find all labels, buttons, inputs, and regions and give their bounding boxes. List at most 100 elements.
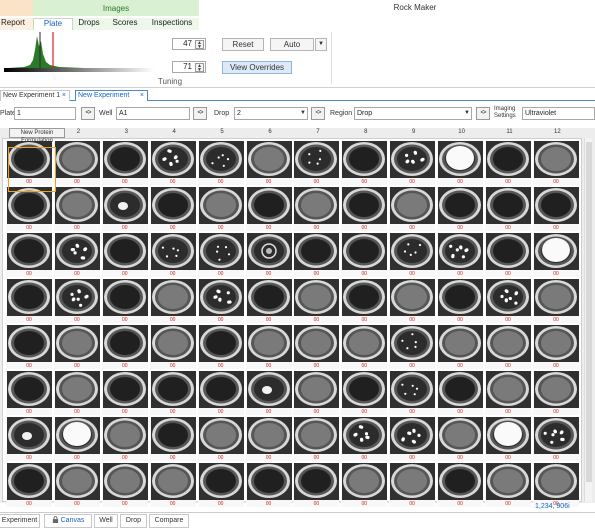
well-B12[interactable]: 00 — [532, 187, 579, 231]
well-F6[interactable]: 00 — [245, 371, 292, 415]
well-H2[interactable]: 00 — [53, 463, 100, 507]
well-C8[interactable]: 00 — [341, 233, 388, 277]
well-H3[interactable]: 00 — [101, 463, 148, 507]
well-D7[interactable]: 00 — [293, 279, 340, 323]
well-field[interactable]: A1 — [116, 107, 190, 120]
close-icon[interactable]: × — [140, 91, 144, 101]
well-D4[interactable]: 00 — [149, 279, 196, 323]
column-header[interactable]: 9 — [390, 129, 437, 135]
well-C3[interactable]: 00 — [101, 233, 148, 277]
well-A10[interactable]: 00 — [437, 141, 484, 185]
new-protein-formulation-button[interactable]: New Protein Formulation — [9, 128, 65, 144]
tab-new-experiment-1[interactable]: New Experiment 1 × — [0, 90, 70, 101]
well-E4[interactable]: 00 — [149, 325, 196, 369]
well-F4[interactable]: 00 — [149, 371, 196, 415]
well-A1[interactable]: 00 — [6, 141, 52, 185]
well-H1[interactable]: 00 — [6, 463, 52, 507]
well-A8[interactable]: 00 — [341, 141, 388, 185]
well-B8[interactable]: 00 — [341, 187, 388, 231]
column-header[interactable]: 7 — [294, 129, 341, 135]
well-H4[interactable]: 00 — [149, 463, 196, 507]
well-H9[interactable]: 00 — [389, 463, 436, 507]
intensity-histogram[interactable] — [4, 32, 154, 72]
well-E12[interactable]: 00 — [532, 325, 579, 369]
well-E6[interactable]: 00 — [245, 325, 292, 369]
well-B3[interactable]: 00 — [101, 187, 148, 231]
well-G1[interactable]: 00 — [6, 417, 52, 461]
well-G10[interactable]: 00 — [437, 417, 484, 461]
well-G7[interactable]: 00 — [293, 417, 340, 461]
next-icon[interactable]: > — [318, 110, 321, 116]
column-header[interactable]: 6 — [247, 129, 294, 135]
black-level-spinner[interactable]: 47 ▲ ▼ — [172, 38, 206, 50]
well-G8[interactable]: 00 — [341, 417, 388, 461]
tab-drop[interactable]: Drop — [120, 514, 147, 528]
well-F3[interactable]: 00 — [101, 371, 148, 415]
close-icon[interactable]: × — [62, 91, 66, 101]
well-H5[interactable]: 00 — [197, 463, 244, 507]
well-E7[interactable]: 00 — [293, 325, 340, 369]
view-overrides-button[interactable]: View Overrides — [222, 61, 292, 74]
well-A2[interactable]: 00 — [53, 141, 100, 185]
well-G6[interactable]: 00 — [245, 417, 292, 461]
well-G12[interactable]: 00 — [532, 417, 579, 461]
well-B7[interactable]: 00 — [293, 187, 340, 231]
tab-scores[interactable]: Scores — [105, 18, 145, 30]
well-D2[interactable]: 00 — [53, 279, 100, 323]
tab-compare[interactable]: Compare — [149, 514, 189, 528]
well-C2[interactable]: 00 — [53, 233, 100, 277]
well-D5[interactable]: 00 — [197, 279, 244, 323]
well-A7[interactable]: 00 — [293, 141, 340, 185]
well-C4[interactable]: 00 — [149, 233, 196, 277]
spinner-arrows-icon[interactable]: ▲ ▼ — [195, 40, 204, 50]
well-B11[interactable]: 00 — [485, 187, 531, 231]
well-C1[interactable]: 00 — [6, 233, 52, 277]
well-E8[interactable]: 00 — [341, 325, 388, 369]
well-E11[interactable]: 00 — [485, 325, 531, 369]
tab-plate[interactable]: Plate — [33, 18, 73, 30]
scrollbar-thumb[interactable] — [586, 142, 592, 482]
well-A9[interactable]: 00 — [389, 141, 436, 185]
well-B10[interactable]: 00 — [437, 187, 484, 231]
well-C11[interactable]: 00 — [485, 233, 531, 277]
reset-button[interactable]: Reset — [222, 38, 264, 51]
well-H8[interactable]: 00 — [341, 463, 388, 507]
well-A5[interactable]: 00 — [197, 141, 244, 185]
plate-field[interactable]: 1 — [14, 107, 76, 120]
well-G5[interactable]: 00 — [197, 417, 244, 461]
chevron-down-icon[interactable]: ▼ — [300, 108, 306, 119]
well-D1[interactable]: 00 — [6, 279, 52, 323]
well-E10[interactable]: 00 — [437, 325, 484, 369]
well-D6[interactable]: 00 — [245, 279, 292, 323]
well-E1[interactable]: 00 — [6, 325, 52, 369]
well-A11[interactable]: 00 — [485, 141, 531, 185]
well-G3[interactable]: 00 — [101, 417, 148, 461]
column-header[interactable]: 5 — [199, 129, 246, 135]
white-level-spinner[interactable]: 71 ▲ ▼ — [172, 61, 206, 73]
well-B5[interactable]: 00 — [197, 187, 244, 231]
well-G11[interactable]: 00 — [485, 417, 531, 461]
well-F1[interactable]: 00 — [6, 371, 52, 415]
well-F12[interactable]: 00 — [532, 371, 579, 415]
auto-button[interactable]: Auto — [270, 38, 314, 51]
well-H11[interactable]: 00 — [485, 463, 531, 507]
chevron-down-icon[interactable]: ▼ — [464, 108, 470, 119]
drop-nav-buttons[interactable]: <> — [311, 107, 325, 120]
well-G9[interactable]: 00 — [389, 417, 436, 461]
next-icon[interactable]: > — [88, 110, 91, 116]
tab-well[interactable]: Well — [94, 514, 118, 528]
well-F10[interactable]: 00 — [437, 371, 484, 415]
column-header[interactable]: 11 — [486, 129, 533, 135]
vertical-scrollbar[interactable] — [584, 138, 592, 502]
well-B4[interactable]: 00 — [149, 187, 196, 231]
well-B9[interactable]: 00 — [389, 187, 436, 231]
tab-new-experiment[interactable]: New Experiment × — [75, 90, 148, 101]
column-header[interactable]: 12 — [534, 129, 581, 135]
well-D8[interactable]: 00 — [341, 279, 388, 323]
well-D12[interactable]: 00 — [532, 279, 579, 323]
well-E9[interactable]: 00 — [389, 325, 436, 369]
column-header[interactable]: 3 — [103, 129, 150, 135]
well-G4[interactable]: 00 — [149, 417, 196, 461]
well-G2[interactable]: 00 — [53, 417, 100, 461]
well-B6[interactable]: 00 — [245, 187, 292, 231]
